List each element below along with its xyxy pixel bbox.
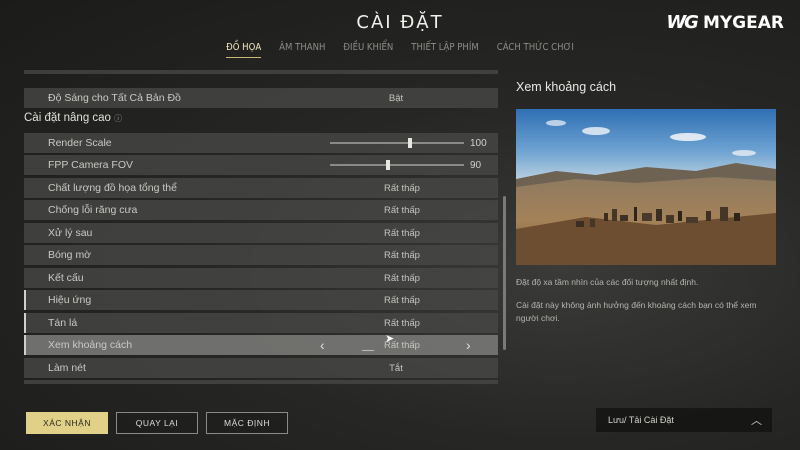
- setting-row-effects[interactable]: Hiệu ứng Rất thấp: [24, 290, 498, 310]
- tab-keybindings[interactable]: THIẾT LẬP PHÍM: [411, 42, 478, 58]
- setting-label: Làm nét: [48, 362, 86, 374]
- level-indicator: [362, 350, 374, 351]
- tab-controls[interactable]: ĐIỀU KHIỂN: [343, 42, 393, 58]
- setting-value[interactable]: Rất thấp: [354, 183, 450, 194]
- setting-row-sharpen[interactable]: Làm nét Tắt: [24, 358, 498, 378]
- setting-label: Xử lý sau: [48, 227, 93, 239]
- tab-graphics[interactable]: ĐỒ HỌA: [226, 42, 262, 58]
- level-indicator: [376, 350, 388, 351]
- setting-label: Xem khoảng cách: [48, 339, 133, 351]
- setting-label: Tán lá: [48, 317, 78, 329]
- section-title: Cài đặt nâng cao: [24, 112, 111, 124]
- tab-gameplay[interactable]: CÁCH THỨC CHƠI: [497, 42, 574, 58]
- setting-row-textures[interactable]: Kết cấu Rất thấp: [24, 268, 498, 288]
- setting-value[interactable]: Rất thấp: [354, 250, 450, 261]
- settings-scrollbar[interactable]: [503, 196, 506, 350]
- section-header-advanced: Cài đặt nâng cao ⓘ: [24, 112, 122, 124]
- setting-value[interactable]: Bật: [348, 93, 444, 104]
- slider-handle[interactable]: [408, 138, 413, 148]
- fov-slider[interactable]: [330, 160, 464, 170]
- setting-label: Hiệu ứng: [48, 294, 92, 306]
- setting-label: Chống lỗi răng cưa: [48, 204, 138, 216]
- info-panel: Xem khoảng cách Đặt độ xa tầm nhìn của c…: [516, 80, 776, 323]
- setting-label: Kết cấu: [48, 272, 84, 284]
- setting-label: FPP Camera FOV: [48, 159, 133, 171]
- slider-value: 100: [470, 138, 487, 149]
- mouse-cursor-icon: ➤: [385, 333, 395, 345]
- save-load-dropdown[interactable]: Lưu/ Tải Cài Đặt ︿: [596, 408, 772, 432]
- chevron-right-icon[interactable]: ›: [466, 337, 471, 353]
- setting-row-view-distance[interactable]: Xem khoảng cách ‹ Rất thấp ›: [24, 335, 498, 355]
- save-load-label: Lưu/ Tải Cài Đặt: [608, 415, 674, 425]
- setting-label: Render Scale: [48, 137, 112, 149]
- brand-logo: WG MYGEAR: [666, 12, 784, 33]
- slider-value: 90: [470, 160, 482, 171]
- info-description: Đặt độ xa tầm nhìn của các đối tượng nhấ…: [516, 277, 699, 287]
- setting-row-post-processing[interactable]: Xử lý sau Rất thấp: [24, 223, 498, 243]
- setting-label: Bóng mờ: [48, 249, 92, 261]
- setting-row-render-scale[interactable]: Render Scale 100: [24, 133, 498, 153]
- setting-value[interactable]: Rất thấp: [354, 318, 450, 329]
- preview-image: [516, 109, 776, 265]
- back-button[interactable]: QUAY LẠI: [116, 412, 198, 434]
- setting-label: Độ Sáng cho Tất Cả Bản Đồ: [48, 92, 181, 104]
- setting-value[interactable]: Tắt: [348, 363, 444, 374]
- tab-audio[interactable]: ÂM THANH: [279, 42, 325, 58]
- default-button[interactable]: MẶC ĐỊNH: [206, 412, 288, 434]
- setting-label: Chất lượng đồ họa tổng thể: [48, 182, 177, 194]
- setting-row-brightness[interactable]: Độ Sáng cho Tất Cả Bản Đồ Bật: [24, 88, 498, 108]
- render-scale-slider[interactable]: [330, 138, 464, 148]
- settings-list: Độ Sáng cho Tất Cả Bản Đồ Bật Cài đặt nâ…: [24, 70, 500, 384]
- info-note: Cài đặt này không ảnh hưởng đến khoảng c…: [516, 300, 757, 323]
- list-item: [24, 380, 498, 384]
- setting-row-fov[interactable]: FPP Camera FOV 90: [24, 155, 498, 175]
- slider-handle[interactable]: [385, 160, 390, 170]
- settings-tabs: ĐỒ HỌA ÂM THANH ĐIỀU KHIỂN THIẾT LẬP PHÍ…: [0, 42, 800, 58]
- setting-row-shadows[interactable]: Bóng mờ Rất thấp: [24, 245, 498, 265]
- brand-logo-icon: WG: [666, 12, 699, 33]
- level-indicator: [390, 350, 402, 351]
- chevron-left-icon[interactable]: ‹: [320, 337, 325, 353]
- brand-name: MYGEAR: [702, 12, 784, 33]
- chevron-up-icon: ︿: [751, 415, 762, 427]
- landscape-preview: [516, 109, 776, 265]
- setting-value[interactable]: Rất thấp: [354, 273, 450, 284]
- setting-row-foliage[interactable]: Tán lá Rất thấp: [24, 313, 498, 333]
- setting-value[interactable]: Rất thấp: [354, 295, 450, 306]
- confirm-button[interactable]: XÁC NHẬN: [26, 412, 108, 434]
- level-indicator: [418, 350, 430, 351]
- info-icon[interactable]: ⓘ: [114, 114, 122, 123]
- level-indicator: [404, 350, 416, 351]
- setting-value[interactable]: Rất thấp: [354, 205, 450, 216]
- setting-row-anti-aliasing[interactable]: Chống lỗi răng cưa Rất thấp: [24, 200, 498, 220]
- list-item: [24, 70, 498, 74]
- setting-row-overall-quality[interactable]: Chất lượng đồ họa tổng thể Rất thấp: [24, 178, 498, 198]
- setting-value[interactable]: Rất thấp: [354, 228, 450, 239]
- info-title: Xem khoảng cách: [516, 80, 617, 94]
